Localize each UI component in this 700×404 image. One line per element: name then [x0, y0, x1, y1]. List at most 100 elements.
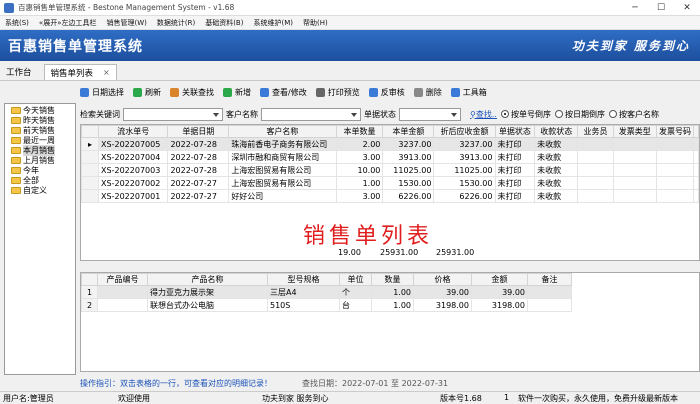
table-row[interactable]: 1 得力亚克力展示架 三层A4 个 1.00 39.00 39.00: [81, 285, 572, 299]
radio-dot-icon: [554, 110, 563, 118]
keyword-input[interactable]: [123, 107, 223, 121]
table-row[interactable]: XS-202207001 2022-07-27 好好公司 3.00 6226.00 622…: [81, 189, 699, 203]
menu-stats[interactable]: 数据统计(R): [152, 18, 200, 28]
column-header[interactable]: 单据日期: [167, 125, 230, 138]
sidebar-item[interactable]: 今天销售: [11, 105, 75, 115]
folder-icon: [11, 156, 21, 164]
window-title: 百惠销售单管理系统 - Bestone Management System - …: [18, 3, 235, 12]
table-cell: 未打印: [494, 150, 536, 164]
column-header[interactable]: 数量: [371, 273, 414, 286]
sidebar-item-label: 自定义: [23, 185, 47, 195]
guide-text: 操作指引：双击表格的一行，可查看对应的明细记录！: [80, 379, 272, 388]
search-link[interactable]: ⚲查找..: [470, 109, 497, 120]
sort-by-number-radio[interactable]: 按单号倒序: [500, 109, 551, 120]
column-header[interactable]: 发票号码: [655, 125, 695, 138]
customer-select[interactable]: [261, 107, 361, 121]
table-cell: 未打印: [494, 137, 536, 151]
tab-workbench[interactable]: 工作台: [0, 64, 38, 80]
sidebar-item[interactable]: 上月销售: [11, 155, 75, 165]
row-number: [81, 163, 100, 177]
sidebar-item[interactable]: 全部: [11, 175, 75, 185]
status-select[interactable]: [399, 107, 461, 121]
column-header[interactable]: 产品编号: [97, 273, 148, 286]
sidebar-item[interactable]: 本月销售: [11, 144, 75, 156]
refresh-icon: [133, 87, 142, 97]
toolbar-button[interactable]: 日期选择: [80, 87, 124, 98]
column-header[interactable]: 本单金额: [382, 125, 435, 138]
toolbar-button[interactable]: 工具箱: [450, 87, 487, 98]
toolbar-button-label: 反审核: [380, 87, 405, 97]
menu-maintenance[interactable]: 系统维护(M): [248, 18, 298, 28]
folder-icon: [11, 166, 21, 174]
column-header[interactable]: 产品名称: [147, 273, 268, 286]
menu-system[interactable]: 系统(S): [0, 18, 34, 28]
maximize-button[interactable]: ☐: [648, 0, 674, 16]
sort-by-date-radio[interactable]: 按日期倒序: [554, 109, 605, 120]
column-header[interactable]: 收款状态: [534, 125, 579, 138]
table-cell: XS-202207004: [98, 150, 169, 164]
tab-close-icon[interactable]: ×: [103, 68, 110, 77]
tab-sales-list-label: 销售单列表: [50, 68, 94, 79]
sort-by-customer-radio[interactable]: 按客户名称: [608, 109, 659, 120]
tab-sales-list[interactable]: 销售单列表 ×: [43, 64, 117, 80]
close-button[interactable]: ✕: [674, 0, 700, 16]
toolbar-button-label: 查看/修改: [272, 87, 307, 97]
menu-help[interactable]: 帮助(H): [298, 18, 333, 28]
toolbar-button[interactable]: 删除: [413, 87, 442, 98]
table-cell: [577, 189, 614, 203]
table-cell: [527, 298, 572, 312]
column-header[interactable]: 价格: [413, 273, 472, 286]
toolbar-button[interactable]: 打印预览: [315, 87, 360, 98]
toolbar-button[interactable]: 反审核: [368, 87, 405, 98]
table-row[interactable]: XS-202207003 2022-07-28 上海宏图贸易有限公司 10.00 110…: [81, 163, 699, 177]
sidebar-item[interactable]: 自定义: [11, 185, 75, 195]
status-user: 用户名:管理员: [3, 394, 54, 403]
table-cell: 3237.00: [382, 137, 435, 151]
toolbar-button[interactable]: 刷新: [133, 87, 161, 98]
toolbar-button[interactable]: 新增: [223, 87, 251, 98]
toolbar-button[interactable]: 关联查找: [170, 87, 214, 98]
date-filter-panel: 今天销售 昨天销售 前天销售 最近一周 本月销售 上月销售 今年 全部 自定义: [4, 103, 76, 375]
table-cell: 三层A4: [267, 285, 340, 299]
status-version: 版本号1.68: [440, 394, 482, 403]
column-header[interactable]: 单位: [339, 273, 372, 286]
column-header[interactable]: 备注: [527, 273, 572, 286]
table-cell: 深圳市融和商贸有限公司: [228, 150, 337, 164]
menu-sales[interactable]: 销售管理(W): [101, 18, 151, 28]
table-row[interactable]: XS-202207004 2022-07-28 深圳市融和商贸有限公司 3.00 391…: [81, 150, 699, 164]
minimize-button[interactable]: ─: [622, 0, 648, 16]
status-motto: 功夫到家 服务到心: [262, 394, 329, 403]
sidebar-item[interactable]: 前天销售: [11, 125, 75, 135]
column-header[interactable]: 单据状态: [494, 125, 536, 138]
table-row[interactable]: XS-202207002 2022-07-27 上海宏图贸易有限公司 1.00 1530…: [81, 176, 699, 190]
toolbar-button[interactable]: 查看/修改: [260, 87, 307, 98]
edit-icon: [260, 87, 269, 97]
column-header[interactable]: 折后应收金额: [433, 125, 496, 138]
table-cell: 上海宏图贸易有限公司: [228, 176, 337, 190]
sidebar-item[interactable]: 昨天销售: [11, 115, 75, 125]
unaudit-icon: [368, 87, 378, 97]
sidebar-item[interactable]: 今年: [11, 165, 75, 175]
add-icon: [223, 87, 232, 97]
column-header[interactable]: 本单数量: [335, 125, 384, 138]
column-header[interactable]: 发票类型: [612, 125, 657, 138]
sidebar-item[interactable]: 最近一周: [11, 135, 75, 145]
table-cell: 510S: [267, 298, 340, 312]
column-header[interactable]: 型号规格: [267, 273, 340, 286]
column-header[interactable]: 客户名称: [228, 125, 337, 138]
table-cell: 未收款: [534, 150, 579, 164]
menu-toggle-sidebar[interactable]: «展开»左边工具栏: [34, 18, 102, 28]
column-header[interactable]: 金额: [471, 273, 528, 286]
table-row[interactable]: 2 联想台式办公电脑 510S 台 1.00 3198.00 3198.00: [81, 298, 572, 312]
table-row[interactable]: ▸ XS-202207005 2022-07-28 珠海前香电子商务有限公司 2.00 3…: [81, 137, 699, 151]
column-header[interactable]: 业务员: [577, 125, 614, 138]
status-welcome: 欢迎使用: [118, 394, 150, 403]
status-bar: 用户名:管理员 欢迎使用 功夫到家 服务到心 版本号1.68 1 软件一次购买，…: [0, 391, 700, 404]
menu-bar: 系统(S) «展开»左边工具栏 销售管理(W) 数据统计(R) 基础资料(B) …: [0, 16, 700, 30]
column-header[interactable]: 流水单号: [98, 125, 169, 138]
table-cell: [612, 137, 657, 151]
table-cell: 39.00: [471, 285, 528, 299]
table-cell: 未打印: [494, 189, 536, 203]
table-cell: 3237.00: [433, 137, 496, 151]
menu-basic-data[interactable]: 基础资料(B): [200, 18, 248, 28]
